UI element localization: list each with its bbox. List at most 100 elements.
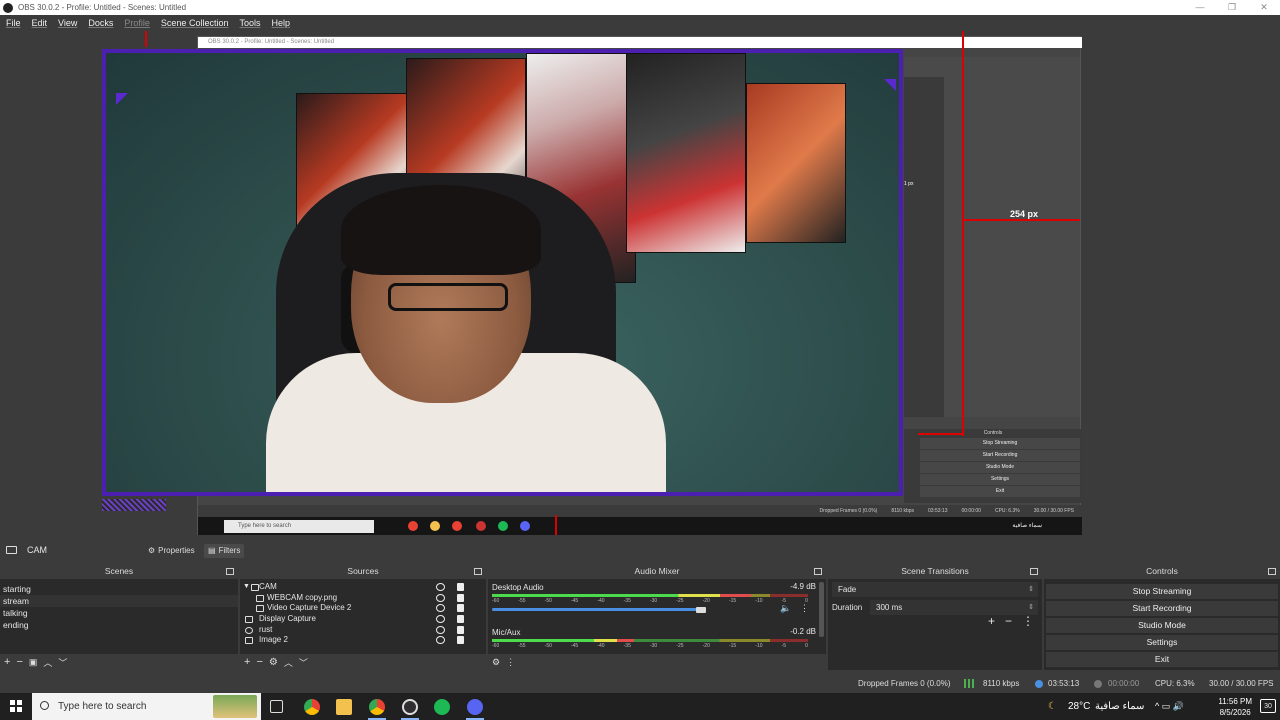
lock-icon[interactable] [457, 625, 464, 634]
task-view-icon[interactable] [270, 700, 283, 713]
eye-icon[interactable] [436, 636, 445, 645]
menu-file[interactable]: File [6, 18, 21, 28]
eye-icon[interactable] [436, 604, 445, 613]
menu-profile[interactable]: Profile [124, 18, 150, 28]
preview-canvas[interactable]: OBS 30.0.2 - Profile: Untitled - Scenes:… [0, 31, 1280, 540]
eye-icon[interactable] [436, 583, 445, 591]
maximize-button[interactable]: ❐ [1216, 0, 1248, 15]
scene-filters-icon[interactable]: ▣ [29, 657, 38, 668]
scene-item-ending[interactable]: ending [0, 619, 238, 631]
eye-icon[interactable] [436, 593, 445, 602]
source-properties-icon[interactable]: ⚙ [269, 657, 278, 668]
source-item[interactable]: WEBCAM copy.png [240, 593, 486, 604]
lock-icon[interactable] [457, 636, 464, 645]
tray-icons[interactable]: ^ ▭ 🔊 [1155, 693, 1184, 720]
menu-help[interactable]: Help [271, 18, 290, 28]
spotify-icon[interactable] [434, 699, 450, 715]
file-explorer-icon[interactable] [336, 699, 352, 715]
scene-item-talking[interactable]: talking [0, 607, 238, 619]
settings-button[interactable]: Settings [1046, 635, 1278, 650]
corner-handle-icon[interactable] [884, 79, 896, 91]
weather-temp[interactable]: 28°C [1068, 693, 1090, 720]
properties-button[interactable]: ⚙ Properties [144, 544, 199, 558]
notification-icon[interactable]: 30 [1260, 699, 1276, 713]
eye-icon[interactable] [436, 615, 445, 624]
start-recording-button[interactable]: Start Recording [1046, 601, 1278, 616]
collapse-arrow-icon[interactable]: ▼ [243, 582, 250, 593]
nested-title: OBS 30.0.2 - Profile: Untitled - Scenes:… [198, 37, 1082, 48]
weather-text[interactable]: سماء صافية [1095, 693, 1144, 720]
menu-scene-collection[interactable]: Scene Collection [161, 18, 229, 28]
minimize-button[interactable]: — [1184, 0, 1216, 15]
obs-icon[interactable] [402, 699, 418, 715]
undock-icon[interactable] [474, 568, 482, 575]
menu-docks[interactable]: Docks [88, 18, 113, 28]
more-options-icon[interactable]: ⋮ [800, 603, 809, 614]
lock-icon[interactable] [457, 593, 464, 602]
chrome-icon[interactable] [369, 699, 385, 715]
sources-list: ▼ CAM WEBCAM copy.png Video Capture Devi… [240, 579, 486, 646]
move-up-icon[interactable]: ︿ [43, 656, 52, 669]
undock-icon[interactable] [226, 568, 234, 575]
scene-item-stream[interactable]: stream [0, 595, 238, 607]
stop-streaming-button[interactable]: Stop Streaming [1046, 584, 1278, 599]
filters-button[interactable]: ▤ Filters [204, 544, 245, 558]
discord-icon[interactable] [467, 699, 483, 715]
lock-icon[interactable] [457, 604, 464, 613]
source-item[interactable]: Image 2 [240, 635, 486, 646]
undock-icon[interactable] [1268, 568, 1276, 575]
add-scene-icon[interactable]: + [4, 656, 10, 668]
spin-arrows-icon[interactable]: ⇕ [1028, 600, 1034, 615]
exit-button[interactable]: Exit [1046, 652, 1278, 667]
stream-time: 03:53:13 [1048, 679, 1080, 688]
scenes-dock: Scenes starting stream talking ending + … [0, 564, 238, 670]
source-item[interactable]: Display Capture [240, 614, 486, 625]
windows-start-icon[interactable] [10, 700, 22, 712]
windows-taskbar: Type here to search ☾ 28°C سماء صافية ^ … [0, 693, 1280, 720]
lock-icon[interactable] [457, 583, 464, 591]
source-name: CAM [259, 582, 277, 591]
menu-tools[interactable]: Tools [239, 18, 260, 28]
audio-mixer-dock: Audio Mixer Desktop Audio -4.9 dB -60 -55… [488, 564, 826, 670]
source-item[interactable]: rust [240, 625, 486, 636]
duration-spinbox[interactable]: 300 ms ⇕ [870, 600, 1038, 615]
menu-edit[interactable]: Edit [32, 18, 48, 28]
undock-icon[interactable] [814, 568, 822, 575]
studio-mode-button[interactable]: Studio Mode [1046, 618, 1278, 633]
mixer-scrollbar[interactable] [819, 582, 824, 637]
sources-dock: Sources ▼ CAM WEBCAM copy.png Video Capt… [240, 564, 486, 670]
more-options-icon[interactable]: ⋮ [506, 657, 515, 668]
webcam-source[interactable] [102, 49, 903, 496]
move-up-icon[interactable]: ︿ [284, 656, 293, 669]
lock-icon[interactable] [457, 615, 464, 624]
menu-view[interactable]: View [58, 18, 77, 28]
move-down-icon[interactable]: ﹀ [58, 656, 67, 669]
add-transition-icon[interactable]: + [988, 614, 995, 628]
record-time: 00:00:00 [1108, 679, 1140, 688]
volume-fader[interactable] [492, 608, 701, 611]
scene-item-starting[interactable]: starting [0, 583, 238, 595]
advanced-audio-icon[interactable]: ⚙ [492, 657, 500, 668]
taskbar-clock[interactable]: 11:56 PM 8/5/2026 [1218, 696, 1252, 718]
fader-handle[interactable] [695, 607, 706, 613]
transition-select[interactable]: Fade ⇕ [832, 582, 1038, 597]
eye-icon[interactable] [436, 625, 445, 634]
remove-transition-icon[interactable]: − [1005, 614, 1012, 628]
undock-icon[interactable] [1030, 568, 1038, 575]
corner-handle-icon[interactable] [116, 93, 128, 105]
source-item[interactable]: Video Capture Device 2 [240, 603, 486, 614]
remove-source-icon[interactable]: − [256, 656, 262, 668]
nested-stream-time: 03:53:13 [928, 508, 948, 514]
source-name: Display Capture [259, 614, 316, 624]
close-button[interactable]: ✕ [1248, 0, 1280, 15]
taskbar-search[interactable]: Type here to search [32, 693, 261, 720]
chrome-icon[interactable] [304, 699, 320, 715]
chrome-icon [452, 521, 462, 531]
nested-weather: سماء صافية [1012, 523, 1042, 529]
source-item[interactable]: ▼ CAM [240, 582, 486, 593]
more-options-icon[interactable]: ⋮ [1022, 614, 1034, 628]
move-down-icon[interactable]: ﹀ [299, 656, 308, 669]
speaker-icon[interactable]: 🔈 [780, 603, 791, 614]
remove-scene-icon[interactable]: − [16, 656, 22, 668]
add-source-icon[interactable]: + [244, 656, 250, 668]
